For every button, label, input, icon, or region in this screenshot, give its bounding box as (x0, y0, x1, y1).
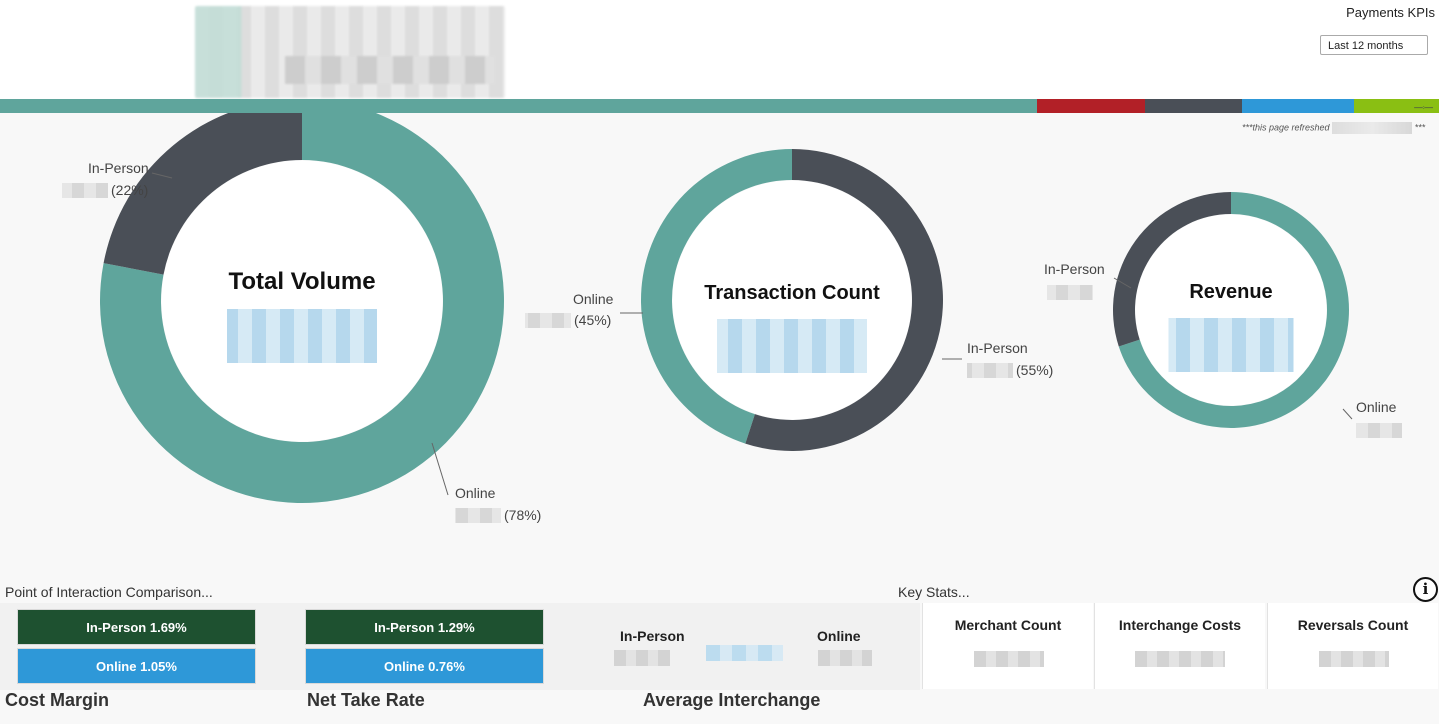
slice-label: Online (1356, 399, 1397, 415)
info-icon[interactable]: i (1413, 577, 1438, 602)
page-title: Payments KPIs (1346, 5, 1435, 20)
donut-charts: Total Volume Online (78%) In-Person (22%) Tra… (62, 113, 1402, 523)
poi-section-label: Point of Interaction Comparison... (5, 584, 213, 600)
slice-label: In-Person (88, 160, 149, 176)
company-logo (195, 6, 505, 98)
slice-percent: (78%) (504, 507, 541, 523)
stat-card-value (1135, 651, 1225, 667)
slice-value (455, 508, 501, 523)
donut-center-value (717, 319, 867, 373)
donut-title: Transaction Count (704, 282, 880, 304)
color-bar-red (1037, 99, 1145, 113)
avg-interchange-in-person-value (614, 650, 670, 666)
net-take-rate-caption: Net Take Rate (307, 690, 425, 710)
cost-margin-caption: Cost Margin (5, 690, 110, 710)
slice-percent: (55%) (1016, 362, 1053, 378)
brand-color-bar: —◦— (0, 99, 1439, 113)
slider-icon: —◦— (1414, 103, 1433, 112)
stat-card-title: Reversals Count (1297, 617, 1409, 633)
slice-value (525, 313, 571, 328)
avg-interchange-online-value (818, 650, 872, 666)
stat-card-title: Merchant Count (954, 617, 1062, 633)
avg-interchange-online-label: Online (817, 628, 861, 644)
stat-card-title: Interchange Costs (1118, 617, 1242, 633)
header: Payments KPIs Last 12 months (0, 0, 1439, 99)
avg-interchange-caption: Average Interchange (643, 690, 821, 710)
donut-title: Total Volume (228, 268, 375, 295)
key-stats-section-label: Key Stats... (898, 584, 970, 600)
net-take-rate-online: Online 0.76% (305, 648, 544, 684)
color-bar-teal (0, 99, 1037, 113)
cost-margin-online: Online 1.05% (17, 648, 256, 684)
donut-title: Revenue (1189, 281, 1272, 303)
stat-card-value (974, 651, 1044, 667)
color-bar-blue (1242, 99, 1354, 113)
slice-label: Online (455, 485, 496, 501)
slice-label: In-Person (967, 340, 1028, 356)
stat-card-interchange-costs: Interchange Costs (1094, 603, 1265, 689)
slice-label: In-Person (1044, 261, 1105, 277)
donut-chart-total-volume: Total Volume Online (78%) In-Person (22%) (62, 113, 541, 523)
stat-card-reversals-count: Reversals Count (1267, 603, 1438, 689)
stat-card-value (1319, 651, 1389, 667)
slice-percent: (45%) (574, 312, 611, 328)
label-leader-line (1342, 408, 1353, 420)
donut-center-value (227, 309, 377, 363)
slice-value (1356, 423, 1402, 438)
slice-value (1047, 285, 1093, 300)
period-select[interactable]: Last 12 months (1320, 35, 1428, 55)
color-bar-green: —◦— (1354, 99, 1439, 113)
donut-chart-transaction-count: Transaction Count Online (45%) In-Person (55… (525, 149, 1053, 452)
donut-chart-revenue: Revenue Online In-Person (1044, 192, 1402, 438)
color-bar-gray (1145, 99, 1242, 113)
avg-interchange-in-person-label: In-Person (620, 628, 685, 644)
slice-value (62, 183, 108, 198)
net-take-rate-in-person: In-Person 1.29% (305, 609, 544, 645)
label-leader-line (431, 442, 449, 496)
slice-label: Online (573, 291, 614, 307)
donut-center-value (1168, 318, 1294, 372)
donut-hole (1135, 214, 1327, 406)
stat-card-merchant-count: Merchant Count (922, 603, 1093, 689)
cost-margin-in-person: In-Person 1.69% (17, 609, 256, 645)
slice-percent: (22%) (111, 182, 148, 198)
avg-interchange-difference (706, 645, 783, 661)
slice-value (967, 363, 1013, 378)
donut-hole (161, 160, 443, 442)
